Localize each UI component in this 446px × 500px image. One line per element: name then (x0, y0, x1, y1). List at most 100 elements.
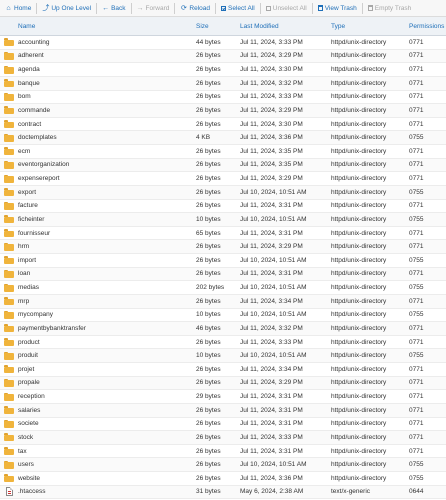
checkbox-empty-icon (265, 5, 271, 11)
table-row[interactable]: adherent 26 bytes Jul 11, 2024, 3:29 PM htt… (0, 49, 446, 64)
table-row[interactable]: users 26 bytes Jul 10, 2024, 10:51 AM httpd… (0, 458, 446, 472)
table-row[interactable]: produit 10 bytes Jul 10, 2024, 10:51 AM htt… (0, 349, 446, 363)
table-row[interactable]: contract 26 bytes Jul 11, 2024, 3:30 PM htt… (0, 118, 446, 132)
file-permissions: 0771 (409, 38, 424, 46)
back-button[interactable]: ← Back (99, 0, 128, 17)
file-name: agenda (18, 66, 40, 74)
file-type: httpd/unix-directory (331, 134, 387, 142)
last-modified-column-header[interactable]: Last Modified (240, 23, 331, 30)
table-row[interactable]: fournisseur 65 bytes Jul 11, 2024, 3:31 PM… (0, 227, 446, 241)
file-name: stock (18, 433, 34, 441)
file-size: 31 bytes (196, 488, 221, 496)
table-row[interactable]: .htaccess 31 bytes May 6, 2024, 2:38 AM tex… (0, 485, 446, 500)
table-row[interactable]: commande 26 bytes Jul 11, 2024, 3:29 PM htt… (0, 104, 446, 118)
reload-button[interactable]: ⟳ Reload (177, 0, 213, 17)
arrow-left-icon: ← (102, 4, 110, 12)
folder-icon (0, 256, 18, 265)
table-row[interactable]: paymentbybanktransfer 46 bytes Jul 11, 202… (0, 322, 446, 336)
forward-button[interactable]: → Forward (134, 0, 173, 17)
empty-trash-button[interactable]: Empty Trash (365, 0, 414, 17)
unselect-all-button[interactable]: Unselect All (263, 0, 310, 17)
file-type: httpd/unix-directory (331, 379, 387, 387)
empty-trash-label: Empty Trash (374, 4, 412, 12)
file-last-modified: Jul 10, 2024, 10:51 AM (240, 352, 307, 360)
table-row[interactable]: accounting 44 bytes Jul 11, 2024, 3:33 PM h… (0, 36, 446, 50)
table-row[interactable]: salaries 26 bytes Jul 11, 2024, 3:31 PM htt… (0, 403, 446, 418)
file-type: httpd/unix-directory (331, 202, 387, 210)
table-row[interactable]: product 26 bytes Jul 11, 2024, 3:33 PM http… (0, 336, 446, 350)
file-name: commande (18, 106, 51, 114)
table-row[interactable]: ficheinter 10 bytes Jul 10, 2024, 10:51 AM… (0, 213, 446, 227)
view-trash-button[interactable]: View Trash (315, 0, 360, 17)
table-row[interactable]: hrm 26 bytes Jul 11, 2024, 3:29 PM httpd/un… (0, 240, 446, 254)
home-button[interactable]: ⌂ Home (2, 0, 34, 17)
up-one-level-button[interactable]: ⤴ Up One Level (39, 0, 94, 17)
file-name: ecm (18, 147, 31, 155)
file-type: httpd/unix-directory (331, 474, 387, 482)
folder-icon (0, 174, 18, 183)
file-name: facture (18, 202, 38, 210)
permissions-column-header[interactable]: Permissions (409, 23, 446, 30)
trash-icon (317, 5, 323, 11)
table-row[interactable]: import 26 bytes Jul 10, 2024, 10:51 AM http… (0, 254, 446, 268)
file-size: 44 bytes (196, 38, 221, 46)
file-last-modified: Jul 11, 2024, 3:32 PM (240, 79, 303, 87)
table-row[interactable]: reception 29 bytes Jul 11, 2024, 3:31 PM ht… (0, 390, 446, 404)
folder-icon (0, 92, 18, 101)
table-row[interactable]: mrp 26 bytes Jul 11, 2024, 3:34 PM httpd/un… (0, 294, 446, 309)
table-row[interactable]: doctemplates 4 KB Jul 11, 2024, 3:36 PM htt… (0, 131, 446, 145)
file-size: 26 bytes (196, 433, 221, 441)
file-last-modified: Jul 10, 2024, 10:51 AM (240, 284, 307, 292)
file-permissions: 0771 (409, 270, 424, 278)
file-permissions: 0771 (409, 297, 424, 305)
file-permissions: 0771 (409, 93, 424, 101)
table-row[interactable]: banque 26 bytes Jul 11, 2024, 3:32 PM httpd… (0, 76, 446, 91)
file-type: httpd/unix-directory (331, 188, 387, 196)
table-row[interactable]: projet 26 bytes Jul 11, 2024, 3:34 PM httpd… (0, 363, 446, 377)
table-row[interactable]: bom 26 bytes Jul 11, 2024, 3:33 PM httpd/un… (0, 91, 446, 105)
file-size: 202 bytes (196, 284, 225, 292)
table-row[interactable]: mycompany 10 bytes Jul 10, 2024, 10:51 AM h… (0, 309, 446, 323)
table-row[interactable]: loan 26 bytes Jul 11, 2024, 3:31 PM httpd/u… (0, 267, 446, 282)
file-size: 10 bytes (196, 311, 221, 319)
file-last-modified: Jul 11, 2024, 3:36 PM (240, 474, 303, 482)
file-name: loan (18, 270, 31, 278)
table-row[interactable]: website 26 bytes Jul 11, 2024, 3:36 PM http… (0, 472, 446, 486)
file-name: mrp (18, 297, 30, 305)
table-row[interactable]: stock 26 bytes Jul 11, 2024, 3:33 PM httpd/… (0, 431, 446, 445)
file-permissions: 0771 (409, 338, 424, 346)
file-size: 26 bytes (196, 66, 221, 74)
folder-icon (0, 365, 18, 374)
file-permissions: 0771 (409, 66, 424, 74)
file-name: propale (18, 379, 40, 387)
file-last-modified: Jul 11, 2024, 3:33 PM (240, 38, 303, 46)
folder-icon (0, 38, 18, 47)
table-row[interactable]: tax 26 bytes Jul 11, 2024, 3:31 PM httpd/un… (0, 445, 446, 459)
name-column-header[interactable]: Name (18, 23, 196, 30)
table-row[interactable]: agenda 26 bytes Jul 11, 2024, 3:30 PM httpd… (0, 63, 446, 77)
file-size: 4 KB (196, 134, 211, 142)
table-row[interactable]: medias 202 bytes Jul 10, 2024, 10:51 AM htt… (0, 281, 446, 295)
select-all-button[interactable]: Select All (218, 0, 258, 17)
file-size: 26 bytes (196, 120, 221, 128)
file-name: societe (18, 420, 39, 428)
type-column-header[interactable]: Type (331, 23, 409, 30)
file-permissions: 0755 (409, 311, 424, 319)
folder-icon (0, 65, 18, 74)
file-icon (0, 487, 18, 497)
table-row[interactable]: export 26 bytes Jul 10, 2024, 10:51 AM http… (0, 185, 446, 200)
table-row[interactable]: ecm 26 bytes Jul 11, 2024, 3:35 PM httpd/un… (0, 145, 446, 159)
file-size: 26 bytes (196, 243, 221, 251)
file-name: eventorganization (18, 161, 70, 169)
table-row[interactable]: propale 26 bytes Jul 11, 2024, 3:29 PM http… (0, 376, 446, 391)
table-row[interactable]: expensereport 26 bytes Jul 11, 2024, 3:29 … (0, 172, 446, 186)
table-row[interactable]: eventorganization 26 bytes Jul 11, 2024, 3… (0, 158, 446, 173)
file-type: httpd/unix-directory (331, 243, 387, 251)
table-row[interactable]: facture 26 bytes Jul 11, 2024, 3:31 PM http… (0, 200, 446, 214)
folder-icon (0, 297, 18, 306)
folder-icon (0, 106, 18, 115)
folder-icon (0, 392, 18, 401)
table-row[interactable]: societe 26 bytes Jul 11, 2024, 3:31 PM http… (0, 418, 446, 432)
size-column-header[interactable]: Size (196, 23, 240, 30)
file-last-modified: Jul 10, 2024, 10:51 AM (240, 215, 307, 223)
